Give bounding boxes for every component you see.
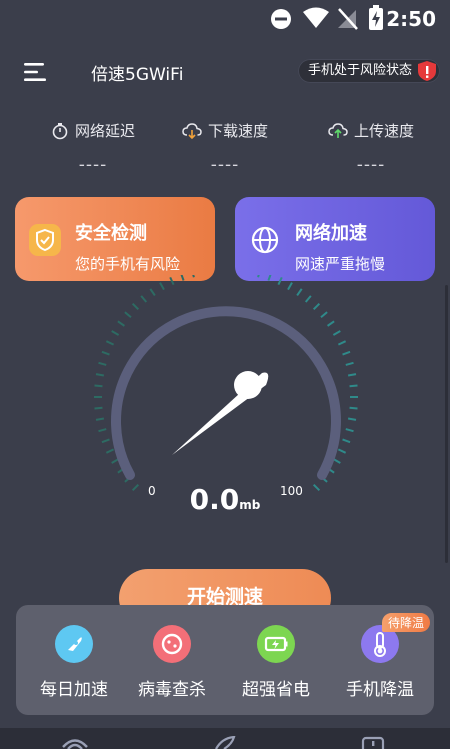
risk-status-text: 手机处于风险状态	[307, 63, 412, 78]
card-title: 安全检测	[75, 223, 147, 244]
metric-latency: 网络延迟 ----	[18, 120, 168, 175]
nav-rocket-icon[interactable]	[212, 736, 238, 749]
tool-phone-cooling[interactable]: 手机降温	[330, 625, 430, 700]
app-title: 倍速5GWiFi	[91, 65, 184, 85]
tool-daily-boost[interactable]: 每日加速	[24, 625, 124, 700]
nav-profile-icon[interactable]	[360, 736, 386, 749]
gauge-unit: mb	[239, 498, 261, 512]
tool-power-save[interactable]: 超强省电	[226, 625, 326, 700]
cellular-no-signal-icon	[338, 8, 358, 30]
tool-label: 超强省电	[242, 680, 310, 700]
gauge-tick	[105, 340, 115, 346]
gauge-tick	[95, 417, 105, 421]
metric-value: ----	[78, 155, 108, 175]
gauge-tick	[140, 295, 148, 303]
metric-label: 上传速度	[353, 122, 414, 140]
status-bar: 2:50	[0, 0, 450, 36]
metric-value: ----	[210, 155, 240, 175]
gauge-tick	[124, 311, 132, 319]
gauge-tick	[105, 448, 115, 454]
gauge-tick	[94, 384, 103, 388]
metric-value: ----	[356, 155, 386, 175]
gauge-tick	[101, 438, 110, 444]
risk-status-chip[interactable]: 手机处于风险状态	[297, 59, 440, 83]
battery-charging-icon	[369, 5, 383, 30]
speed-gauge	[94, 275, 358, 492]
gauge-tick	[312, 302, 321, 311]
gauge-tick	[169, 276, 175, 286]
gauge-tick	[304, 295, 312, 303]
globe-icon	[249, 224, 281, 256]
tool-label: 手机降温	[346, 680, 414, 700]
cloud-download-icon	[182, 122, 202, 139]
gauge-tick	[111, 330, 120, 336]
gauge-needle-cap	[234, 371, 262, 399]
metric-label: 下载速度	[207, 122, 268, 140]
cloud-upload-icon	[328, 122, 348, 138]
gauge-tick	[345, 428, 354, 433]
gauge-arc	[111, 306, 341, 480]
gauge-tick	[257, 275, 260, 278]
gauge-tick	[95, 373, 105, 377]
gauge-value: 0.0	[189, 483, 240, 516]
tool-label: 病毒查杀	[138, 680, 206, 700]
warning-shield-icon	[418, 61, 436, 81]
gauge-tick	[180, 275, 185, 281]
nav-wifi-icon[interactable]	[60, 736, 90, 749]
card-subtitle: 网速严重拖慢	[295, 255, 386, 273]
gauge-tick	[337, 340, 347, 346]
metric-label: 网络延迟	[74, 122, 135, 140]
do-not-disturb-icon	[271, 9, 291, 29]
gauge-tick	[117, 320, 125, 327]
metric-upload: 上传速度 ----	[296, 120, 446, 175]
tool-virus-scan[interactable]: 病毒查杀	[122, 625, 222, 700]
bottom-nav	[0, 728, 450, 749]
gauge-tick	[94, 406, 103, 410]
gauge-tick	[149, 288, 156, 296]
menu-icon[interactable]	[24, 62, 48, 82]
gauge-tick	[347, 373, 357, 377]
card-subtitle: 您的手机有风险	[75, 255, 181, 273]
gauge-tick	[98, 428, 107, 433]
gauge-tick	[342, 438, 351, 444]
tool-label: 每日加速	[40, 680, 108, 700]
gauge-readout: 0.0mb	[0, 483, 450, 516]
stopwatch-icon	[52, 122, 68, 139]
quick-tools-panel: 每日加速 病毒查杀 超强省电 手机降温 待降温	[16, 605, 434, 715]
gauge-tick	[192, 275, 195, 278]
gauge-tick	[342, 350, 351, 356]
gauge-tick	[349, 384, 358, 388]
network-boost-card[interactable]: 网络加速 网速严重拖慢	[235, 197, 435, 281]
scrollbar[interactable]	[445, 285, 448, 563]
gauge-tick	[277, 276, 283, 286]
gauge-tick	[159, 282, 165, 291]
virus-icon	[153, 625, 191, 663]
gauge-tick	[131, 302, 140, 311]
gauge-tick	[287, 282, 293, 291]
gauge-tick	[320, 311, 328, 319]
gauge-tick	[345, 361, 354, 366]
gauge-tick	[267, 275, 272, 281]
gauge-tick	[101, 350, 110, 356]
cooling-tag: 待降温	[381, 613, 430, 632]
security-check-card[interactable]: 安全检测 您的手机有风险	[15, 197, 215, 281]
battery-icon	[257, 625, 295, 663]
gauge-tick	[347, 417, 357, 421]
gauge-tick	[98, 361, 107, 366]
shield-icon	[29, 224, 61, 256]
gauge-tick	[332, 330, 341, 336]
status-time: 2:50	[386, 7, 436, 31]
gauge-tick	[296, 288, 303, 296]
card-title: 网络加速	[295, 223, 367, 244]
metric-download: 下载速度 ----	[150, 120, 300, 175]
rocket-icon	[55, 625, 93, 663]
gauge-tick	[327, 320, 335, 327]
gauge-tick	[337, 448, 347, 454]
wifi-signal-icon	[303, 7, 329, 28]
gauge-tick	[349, 406, 358, 410]
